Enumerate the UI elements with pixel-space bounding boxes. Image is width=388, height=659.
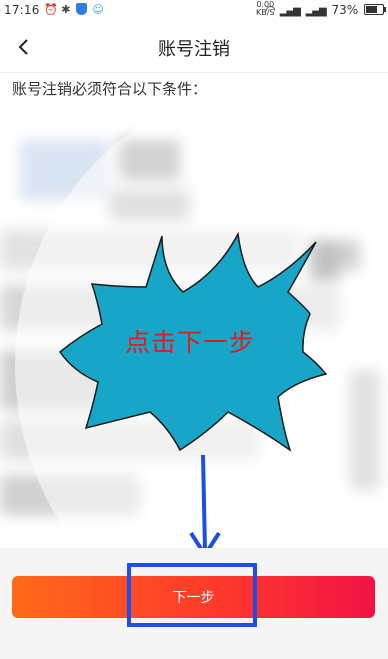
status-time: 17:16 [4,3,40,17]
requirements-heading: 账号注销必须符合以下条件： [12,80,208,98]
alarm-icon: ⏰ [44,3,58,16]
battery-icon [364,4,386,15]
status-icons-right: ◠ ▂▄▆ ▂▄▆ 73% [265,3,386,17]
wifi-icon: ◠ [265,3,276,17]
qq-icon: ☺ [92,3,104,16]
bluetooth-icon: ✱ [61,3,71,16]
highlight-box [127,563,257,627]
status-icons-left: ⏰ ✱ ☺ [44,3,104,16]
signal-4g-icon: ▂▄▆ [305,6,327,17]
callout-text: 点击下一步 [124,328,255,357]
battery-percent: 73% [331,3,359,17]
nav-bar: 账号注销 [0,22,388,73]
page-title: 账号注销 [158,39,230,60]
status-bar: 17:16 ⏰ ✱ ☺ 0.00 KB/S ◠ ▂▄▆ ▂▄▆ 73% [0,0,388,22]
shield-icon [75,3,87,15]
arrow-down-icon [189,455,221,559]
signal-icon: ▂▄▆ [279,6,301,17]
